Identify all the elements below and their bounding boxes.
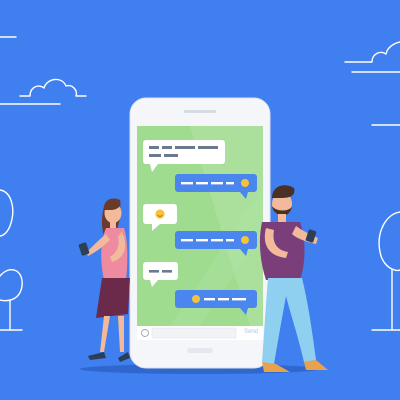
phone-speaker <box>184 110 216 113</box>
emoji-icon <box>241 236 249 244</box>
message-input <box>151 327 237 339</box>
illustration-canvas <box>0 36 400 374</box>
tree-icon <box>371 211 400 331</box>
emoji-icon <box>241 179 249 187</box>
cloud-icon <box>344 41 400 63</box>
home-indicator <box>187 348 213 353</box>
tree-icon <box>0 189 23 331</box>
send-button: Send <box>243 329 258 335</box>
cloud-icon <box>19 78 87 97</box>
emoji-icon <box>155 209 165 219</box>
emoji-icon <box>192 295 200 303</box>
chat-illustration: Send <box>0 0 400 400</box>
woman-figure <box>78 198 130 362</box>
